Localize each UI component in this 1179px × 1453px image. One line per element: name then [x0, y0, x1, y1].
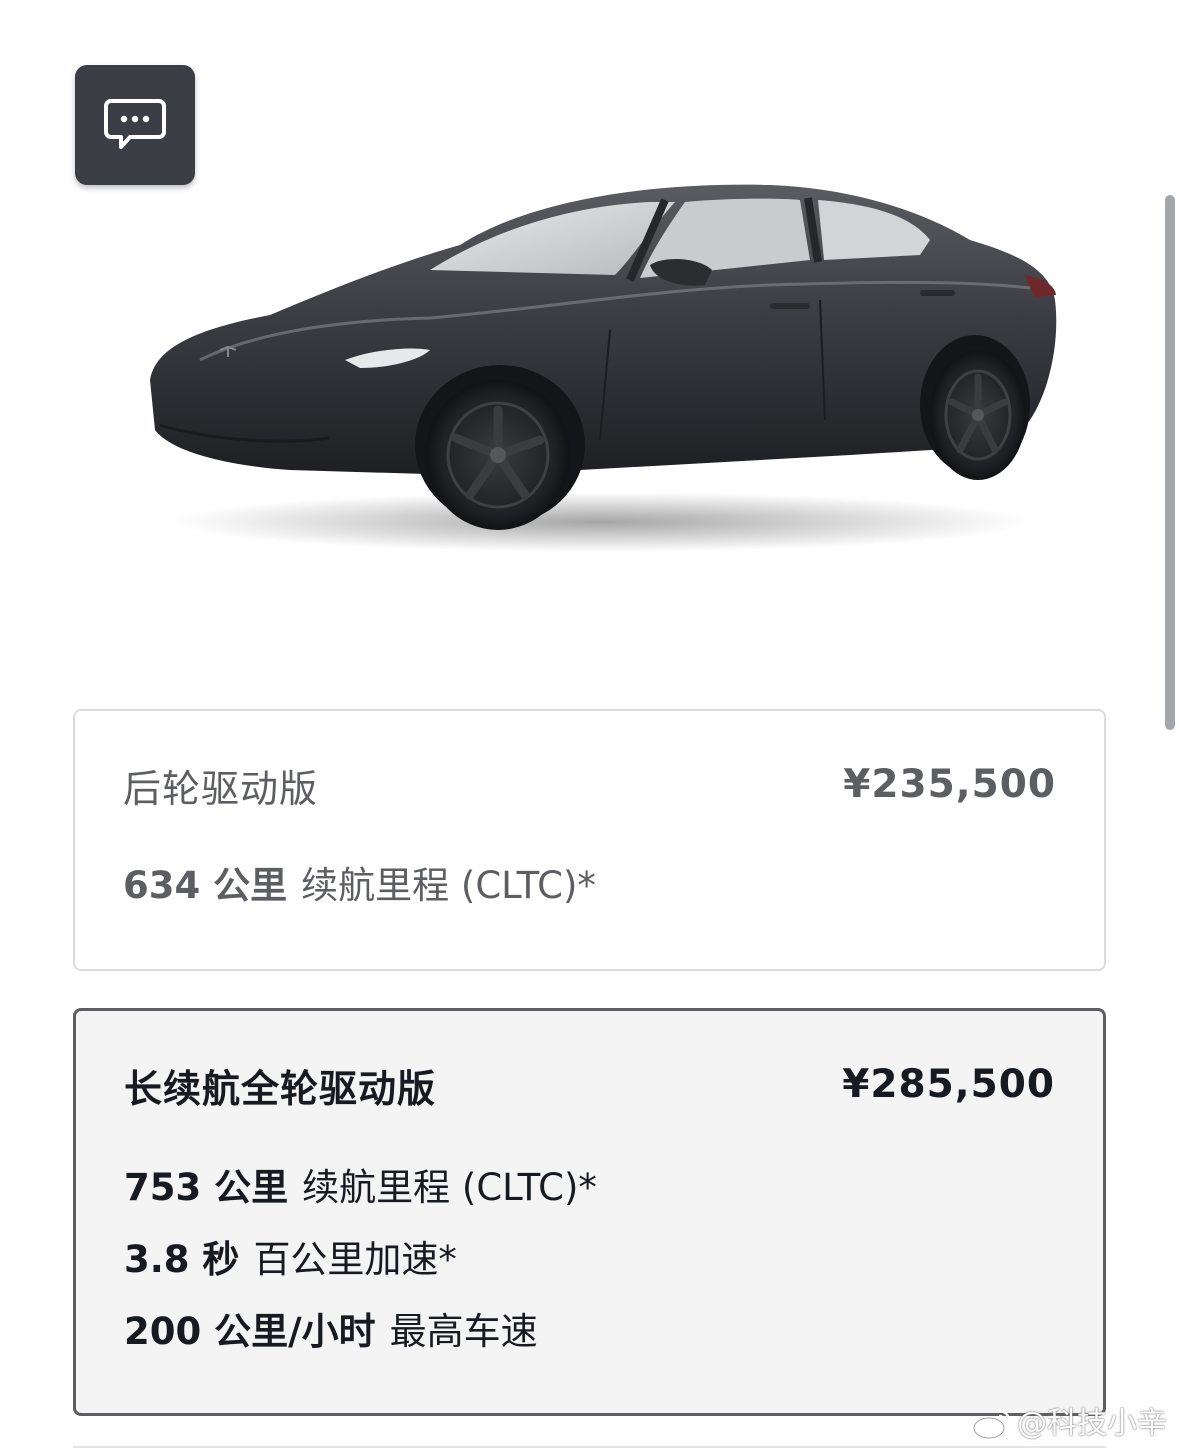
spec-value: 3.8 秒 [124, 1238, 240, 1281]
watermark-text: @科技小辛 [1017, 1406, 1167, 1441]
spec-label: 百公里加速* [253, 1238, 457, 1281]
spec-value: 753 公里 [124, 1166, 289, 1209]
trim-name: 长续航全轮驱动版 [124, 1067, 437, 1111]
spec-label: 最高车速 [389, 1310, 538, 1353]
chat-bubble-icon [104, 99, 166, 149]
trim-option-long-range-awd[interactable]: 长续航全轮驱动版 ¥285,500 753 公里 续航里程 (CLTC)* 3.8… [73, 1008, 1106, 1416]
trim-price: ¥235,500 [843, 762, 1056, 807]
scrollbar-thumb[interactable] [1165, 195, 1175, 730]
weibo-icon [972, 1409, 1011, 1440]
watermark: @科技小辛 [971, 1404, 1167, 1444]
scrollbar[interactable] [1161, 0, 1179, 1453]
spec-label: 续航里程 (CLTC)* [301, 864, 596, 907]
chat-button[interactable] [75, 65, 195, 185]
trim-name: 后轮驱动版 [123, 767, 319, 811]
trim-price: ¥285,500 [842, 1062, 1055, 1107]
spec-value: 634 公里 [123, 864, 288, 907]
car-image [150, 184, 1057, 552]
spec-top-speed: 200 公里/小时 最高车速 [124, 1309, 538, 1355]
next-card-edge [73, 1446, 1106, 1448]
spec-range: 753 公里 续航里程 (CLTC)* [124, 1165, 597, 1211]
spec-label: 续航里程 (CLTC)* [302, 1166, 597, 1209]
spec-range: 634 公里 续航里程 (CLTC)* [123, 863, 596, 909]
spec-value: 200 公里/小时 [124, 1310, 376, 1353]
trim-option-rwd[interactable]: 后轮驱动版 ¥235,500 634 公里 续航里程 (CLTC)* [73, 709, 1106, 971]
spec-acceleration: 3.8 秒百公里加速* [124, 1237, 457, 1283]
